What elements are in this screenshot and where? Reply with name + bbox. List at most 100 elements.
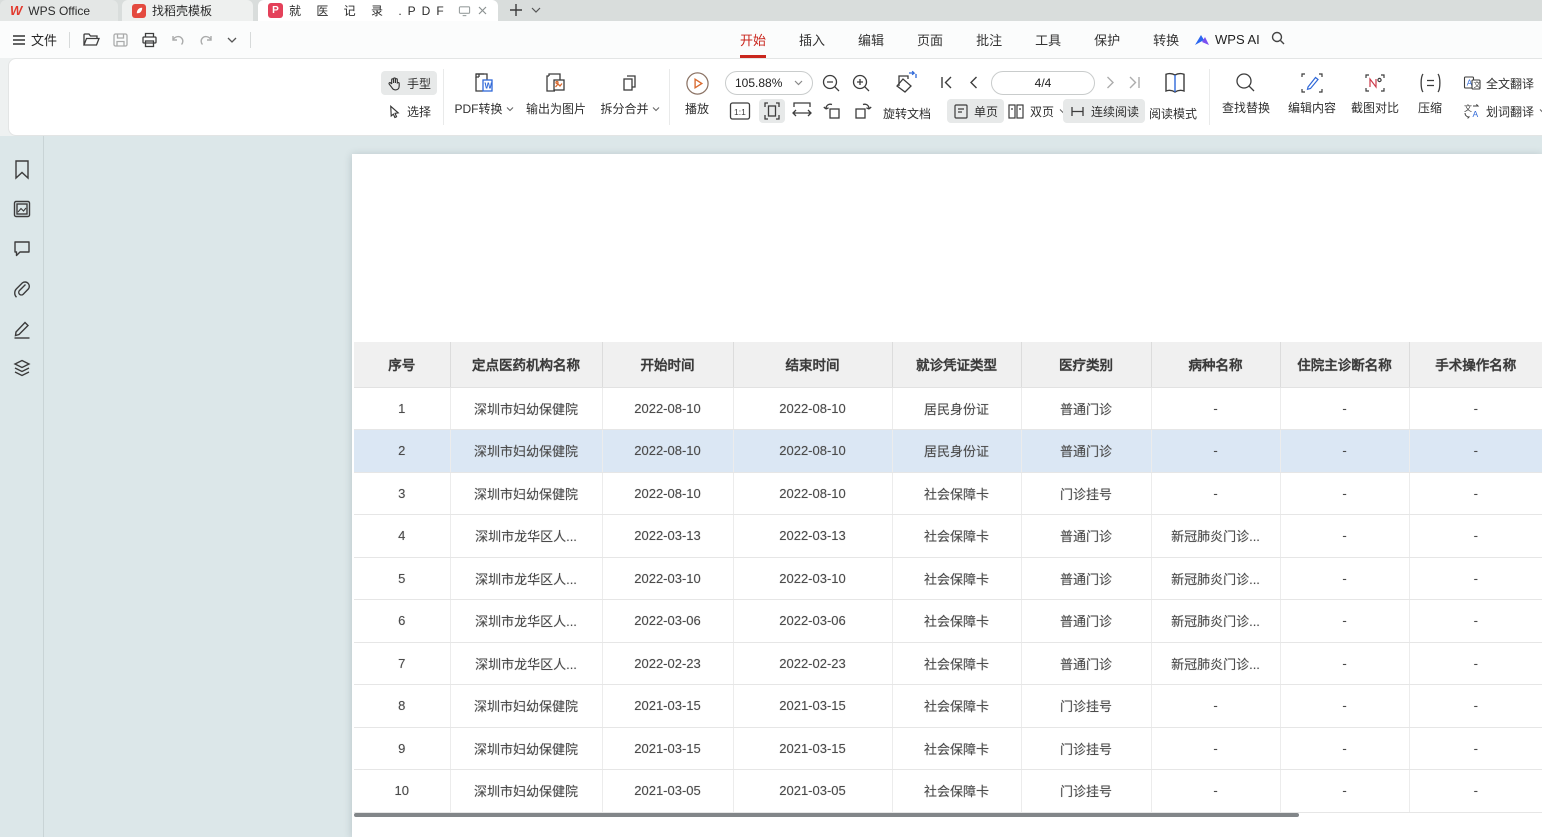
table-cell: 社会保障卡 — [892, 727, 1021, 770]
menu-item-edit[interactable]: 编辑 — [858, 30, 884, 49]
monitor-icon[interactable] — [458, 5, 471, 17]
column-header: 病种名称 — [1151, 342, 1280, 387]
zoom-out-icon[interactable] — [821, 73, 842, 94]
table-cell: 7 — [354, 642, 450, 685]
export-image-button[interactable]: 输出为图片 — [519, 71, 593, 117]
compress-button[interactable]: 压缩 — [1407, 71, 1453, 116]
divider — [669, 69, 670, 125]
read-mode-label[interactable]: 阅读模式 — [1149, 105, 1197, 122]
table-body: 1深圳市妇幼保健院2022-08-102022-08-10居民身份证普通门诊--… — [354, 387, 1542, 812]
table-cell: - — [1409, 430, 1542, 473]
play-label: 播放 — [685, 100, 709, 117]
single-page-button[interactable]: 单页 — [947, 99, 1004, 123]
play-button[interactable]: 播放 — [675, 71, 719, 117]
open-file-icon[interactable] — [82, 32, 100, 48]
table-cell: - — [1280, 472, 1409, 515]
new-tab-button[interactable] — [508, 2, 542, 18]
table-cell: 2022-02-23 — [733, 642, 892, 685]
table-cell: 门诊挂号 — [1021, 770, 1151, 813]
tab-wps-office[interactable]: W WPS Office — [0, 0, 118, 21]
table-cell: 9 — [354, 727, 450, 770]
layers-icon[interactable] — [12, 358, 32, 378]
signature-pen-icon[interactable] — [12, 318, 32, 339]
page-number-input[interactable]: 4/4 — [991, 71, 1095, 95]
zoom-in-icon[interactable] — [851, 73, 872, 94]
fit-page-icon — [763, 101, 781, 121]
table-cell: - — [1409, 770, 1542, 813]
svg-text:A: A — [1473, 109, 1479, 119]
menu-item-home[interactable]: 开始 — [740, 30, 766, 49]
rotate-left-icon[interactable] — [821, 101, 844, 121]
fit-width-icon[interactable] — [791, 101, 813, 119]
first-page-icon[interactable] — [939, 75, 954, 90]
table-row: 6深圳市龙华区人...2022-03-062022-03-06社会保障卡普通门诊… — [354, 600, 1542, 643]
rotate-right-icon[interactable] — [851, 101, 874, 121]
screenshot-compare-button[interactable]: 截图对比 — [1345, 71, 1405, 116]
hand-tool-button[interactable]: 手型 — [381, 71, 437, 95]
table-cell: 普通门诊 — [1021, 430, 1151, 473]
find-replace-button[interactable]: 查找替换 — [1215, 71, 1277, 116]
wps-ai-label: WPS AI — [1215, 32, 1260, 47]
print-icon[interactable] — [141, 32, 158, 48]
double-page-icon — [1007, 103, 1025, 120]
split-merge-button[interactable]: 拆分合并 — [595, 71, 665, 117]
play-icon — [685, 71, 710, 96]
menu-item-tools[interactable]: 工具 — [1035, 30, 1061, 49]
next-page-icon[interactable] — [1105, 75, 1117, 90]
fit-page-button[interactable] — [759, 99, 785, 123]
save-icon[interactable] — [112, 32, 129, 48]
table-cell: - — [1409, 515, 1542, 558]
undo-icon[interactable] — [170, 32, 186, 47]
column-header: 定点医药机构名称 — [450, 342, 602, 387]
menu-item-convert[interactable]: 转换 — [1153, 30, 1179, 49]
thumbnail-icon[interactable] — [12, 199, 32, 219]
zoom-level-combobox[interactable]: 105.88% — [725, 71, 813, 95]
table-cell: 深圳市龙华区人... — [450, 642, 602, 685]
table-cell: - — [1151, 387, 1280, 430]
full-text-translate-button[interactable]: A 文 全文翻译 — [1457, 71, 1540, 95]
table-row: 4深圳市龙华区人...2022-03-132022-03-13社会保障卡普通门诊… — [354, 515, 1542, 558]
table-cell: 2022-08-10 — [733, 430, 892, 473]
select-tool-button[interactable]: 选择 — [381, 99, 437, 123]
actual-size-icon[interactable]: 1:1 — [729, 101, 751, 121]
previous-page-icon[interactable] — [967, 75, 979, 90]
word-translate-button[interactable]: 文A 划词翻译 — [1457, 99, 1542, 123]
menu-item-annotate[interactable]: 批注 — [976, 30, 1002, 49]
table-cell: - — [1409, 642, 1542, 685]
tab-docer-templates[interactable]: 找稻壳模板 — [122, 0, 253, 21]
redo-icon[interactable] — [198, 32, 214, 47]
table-cell: 2021-03-05 — [602, 770, 733, 813]
attachment-icon[interactable] — [12, 279, 32, 299]
tab-document-active[interactable]: P 就 医 记 录 .PDF — [258, 0, 498, 21]
wps-ai-icon — [1194, 33, 1210, 47]
file-menu-button[interactable]: 文件 — [12, 30, 57, 49]
tab-label: 就 医 记 录 .PDF — [289, 2, 450, 19]
menu-item-page[interactable]: 页面 — [917, 30, 943, 49]
table-cell: 门诊挂号 — [1021, 727, 1151, 770]
table-cell: 普通门诊 — [1021, 642, 1151, 685]
pdf-convert-button[interactable]: W PDF转换 — [451, 71, 517, 117]
more-actions-chevron-icon[interactable] — [226, 36, 238, 44]
table-cell: - — [1409, 685, 1542, 728]
close-tab-icon[interactable] — [477, 5, 488, 16]
one-to-one-glyph: 1:1 — [734, 107, 746, 117]
table-row: 7深圳市龙华区人...2022-02-232022-02-23社会保障卡普通门诊… — [354, 642, 1542, 685]
menu-item-insert[interactable]: 插入 — [799, 30, 825, 49]
menu-item-protect[interactable]: 保护 — [1094, 30, 1120, 49]
search-icon[interactable] — [1270, 30, 1286, 46]
table-cell: 2022-08-10 — [602, 472, 733, 515]
rotate-document-label[interactable]: 旋转文档 — [883, 105, 931, 122]
continuous-read-label: 连续阅读 — [1091, 103, 1139, 120]
read-mode-icon[interactable] — [1161, 70, 1189, 96]
last-page-icon[interactable] — [1127, 75, 1142, 90]
table-cell: - — [1280, 685, 1409, 728]
comment-icon[interactable] — [12, 239, 32, 258]
continuous-read-button[interactable]: 连续阅读 — [1063, 99, 1145, 123]
rotate-document-icon[interactable] — [891, 70, 919, 97]
wps-ai-button[interactable]: WPS AI — [1194, 21, 1260, 58]
edit-content-button[interactable]: 编辑内容 — [1281, 71, 1343, 116]
word-translate-label: 划词翻译 — [1486, 103, 1534, 120]
divider — [250, 32, 251, 48]
bookmark-icon[interactable] — [12, 159, 32, 181]
table-cell: - — [1151, 685, 1280, 728]
